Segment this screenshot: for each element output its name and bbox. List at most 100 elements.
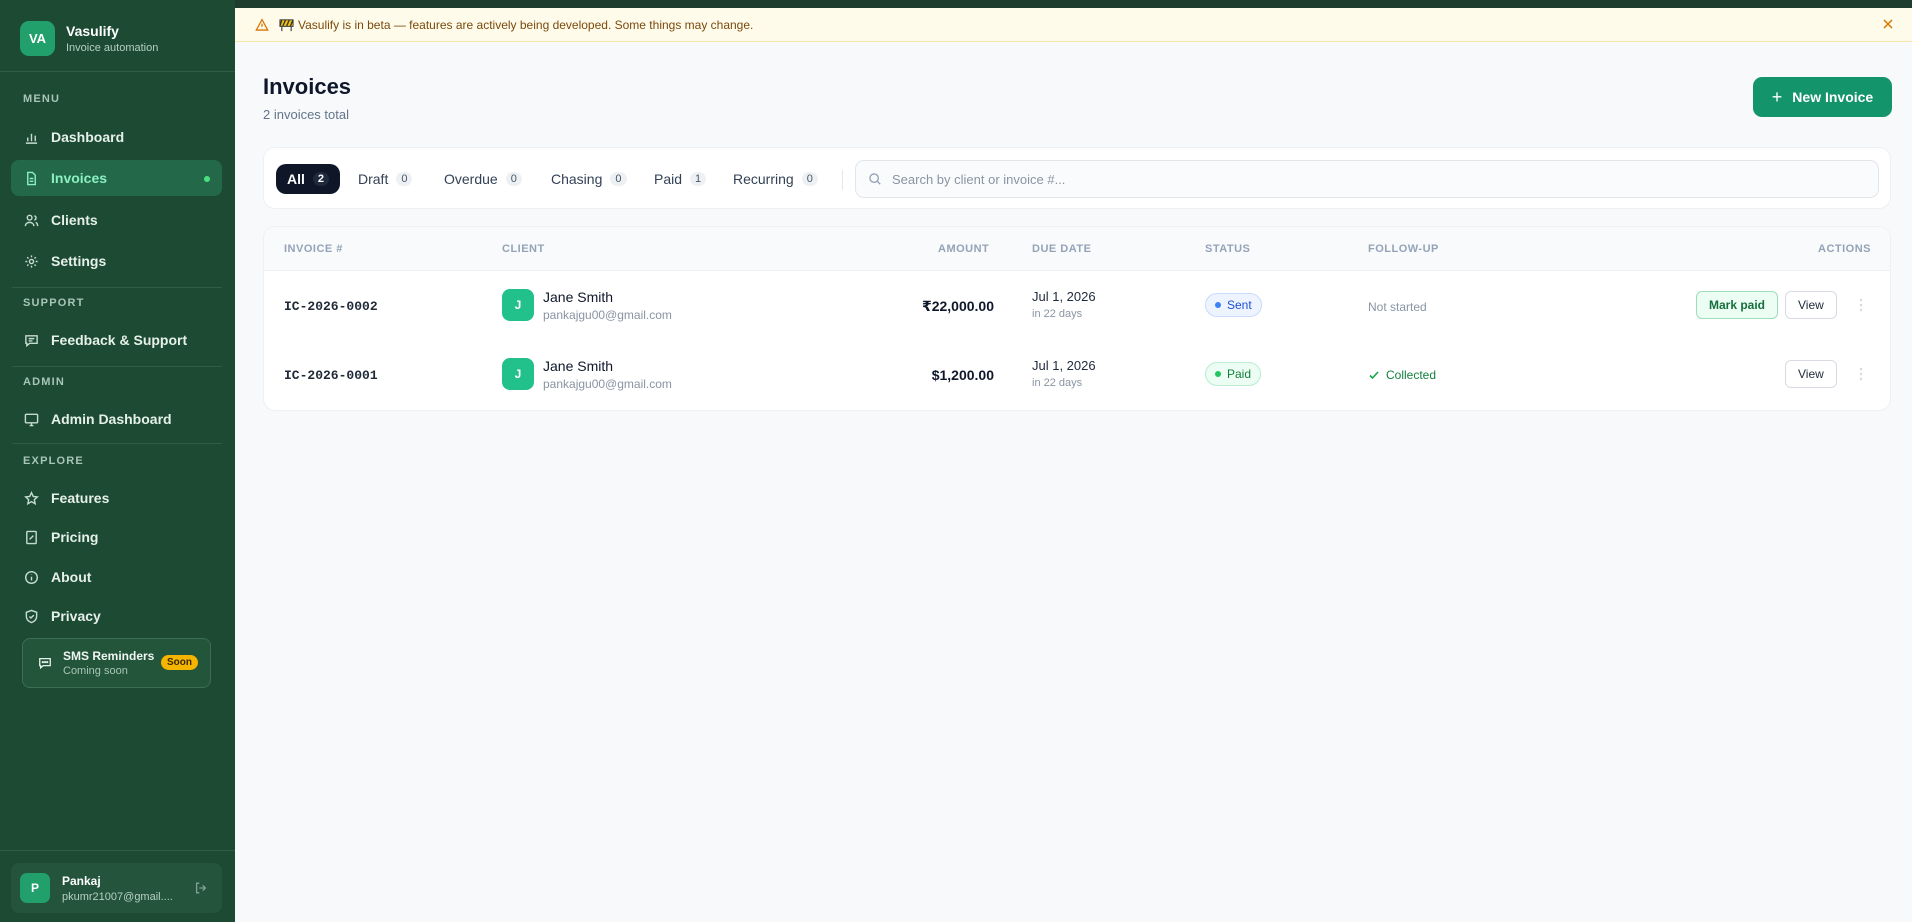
more-options-icon[interactable]	[1858, 367, 1864, 381]
invoice-number[interactable]: IC-2026-0001	[284, 368, 378, 383]
user-email: pkumr21007@gmail....	[62, 890, 173, 903]
divider	[12, 366, 222, 367]
user-profile-card[interactable]: P Pankaj pkumr21007@gmail....	[11, 863, 222, 913]
sidebar-item-settings[interactable]: Settings	[11, 243, 222, 279]
column-header-client: CLIENT	[502, 243, 545, 255]
brand-tagline: Invoice automation	[66, 42, 159, 54]
new-invoice-button[interactable]: + New Invoice	[1753, 77, 1892, 117]
sidebar-item-about[interactable]: About	[11, 559, 222, 595]
tab-draft[interactable]: Draft 0	[358, 164, 413, 194]
plus-icon: +	[1771, 87, 1783, 107]
sidebar-item-pricing[interactable]: Pricing	[11, 519, 222, 555]
view-button[interactable]: View	[1785, 291, 1837, 319]
table-row[interactable]: IC-2026-0001 J Jane Smith pankajgu00@gma…	[264, 340, 1890, 409]
more-options-icon[interactable]	[1858, 298, 1864, 312]
view-button[interactable]: View	[1785, 360, 1837, 388]
bar-chart-icon	[23, 129, 39, 145]
invoices-table: INVOICE # CLIENT AMOUNT DUE DATE STATUS …	[263, 226, 1891, 411]
column-header-invoice: INVOICE #	[284, 243, 343, 255]
status-label: Paid	[1227, 367, 1252, 381]
banner-text: Vasulify is in beta — features are activ…	[298, 17, 754, 32]
sidebar-item-dashboard[interactable]: Dashboard	[11, 119, 222, 155]
due-relative: in 22 days	[1032, 308, 1083, 320]
tab-all[interactable]: All 2	[276, 164, 341, 194]
filter-bar: All 2 Draft 0 Overdue 0 Chasing 0 Paid 1…	[263, 147, 1891, 209]
tab-count: 0	[505, 172, 522, 186]
sidebar-item-label: Feedback & Support	[51, 332, 188, 348]
invoice-number[interactable]: IC-2026-0002	[284, 299, 378, 314]
page-title: Invoices	[263, 74, 352, 99]
search-input[interactable]	[892, 171, 1792, 187]
client-name: Jane Smith	[543, 358, 614, 374]
sidebar-item-admin-dashboard[interactable]: Admin Dashboard	[11, 401, 222, 437]
sms-reminders-card[interactable]: SMS Reminders Coming soon Soon	[22, 638, 211, 688]
sidebar-item-feedback[interactable]: Feedback & Support	[11, 322, 222, 358]
due-date: Jul 1, 2026	[1032, 289, 1096, 304]
follow-up-status: Not started	[1368, 300, 1427, 314]
sidebar-item-label: Privacy	[51, 608, 101, 624]
star-icon	[23, 490, 39, 506]
column-header-follow-up: FOLLOW-UP	[1368, 243, 1439, 255]
status-label: Sent	[1227, 298, 1252, 312]
monitor-icon	[23, 411, 39, 427]
tab-chasing[interactable]: Chasing 0	[551, 164, 627, 194]
due-relative: in 22 days	[1032, 377, 1083, 389]
follow-up-status: Collected	[1368, 368, 1436, 382]
tab-overdue[interactable]: Overdue 0	[444, 164, 522, 194]
status-badge: Sent	[1205, 293, 1262, 317]
divider	[0, 850, 235, 851]
info-icon	[23, 569, 39, 585]
sms-card-title: SMS Reminders	[63, 649, 155, 663]
tab-count: 0	[801, 172, 818, 186]
tab-label: Recurring	[733, 171, 794, 187]
client-avatar: J	[502, 289, 534, 321]
section-label-support: SUPPORT	[23, 297, 85, 309]
new-invoice-label: New Invoice	[1792, 89, 1874, 105]
search-box[interactable]	[855, 160, 1879, 198]
construction-icon	[279, 17, 294, 32]
status-badge: Paid	[1205, 362, 1262, 386]
active-indicator-dot	[204, 176, 210, 182]
logout-icon[interactable]	[194, 881, 208, 895]
client-email: pankajgu00@gmail.com	[543, 308, 672, 322]
tab-paid[interactable]: Paid 1	[654, 164, 707, 194]
status-dot	[1215, 371, 1221, 377]
receipt-icon	[23, 529, 39, 545]
sidebar-item-privacy[interactable]: Privacy	[11, 598, 222, 634]
soon-badge: Soon	[161, 655, 198, 670]
tab-label: Chasing	[551, 171, 603, 187]
column-header-status: STATUS	[1205, 243, 1251, 255]
follow-up-label: Collected	[1386, 368, 1437, 382]
due-date: Jul 1, 2026	[1032, 358, 1096, 373]
close-icon[interactable]	[1882, 18, 1896, 32]
sidebar-item-label: Invoices	[51, 170, 108, 186]
divider	[12, 287, 222, 288]
brand-logo: VA	[20, 21, 55, 56]
sidebar: VA Vasulify Invoice automation MENU Dash…	[0, 0, 235, 922]
sidebar-item-clients[interactable]: Clients	[11, 202, 222, 238]
client-name: Jane Smith	[543, 289, 614, 305]
column-header-actions: ACTIONS	[1818, 243, 1871, 255]
tab-label: Overdue	[444, 171, 498, 187]
brand[interactable]: VA Vasulify Invoice automation	[20, 21, 158, 56]
mark-paid-button[interactable]: Mark paid	[1696, 291, 1779, 319]
column-header-amount: AMOUNT	[938, 243, 990, 255]
tab-recurring[interactable]: Recurring 0	[733, 164, 818, 194]
tab-count: 1	[690, 172, 707, 186]
search-icon	[868, 172, 882, 186]
users-icon	[23, 212, 39, 228]
tab-label: Draft	[358, 171, 389, 187]
sidebar-item-invoices[interactable]: Invoices	[11, 160, 222, 196]
invoice-amount: $1,200.00	[931, 367, 994, 383]
avatar: P	[20, 873, 50, 903]
invoice-count: 2 invoices total	[263, 107, 349, 122]
sidebar-item-features[interactable]: Features	[11, 480, 222, 516]
section-label-explore: EXPLORE	[23, 455, 84, 467]
table-row[interactable]: IC-2026-0002 J Jane Smith pankajgu00@gma…	[264, 271, 1890, 340]
section-label-menu: MENU	[23, 93, 61, 105]
tab-count: 2	[312, 172, 330, 186]
tab-count: 0	[396, 172, 413, 186]
sidebar-item-label: Features	[51, 490, 110, 506]
invoice-amount: ₹22,000.00	[921, 298, 994, 314]
column-header-due-date: DUE DATE	[1032, 243, 1092, 255]
